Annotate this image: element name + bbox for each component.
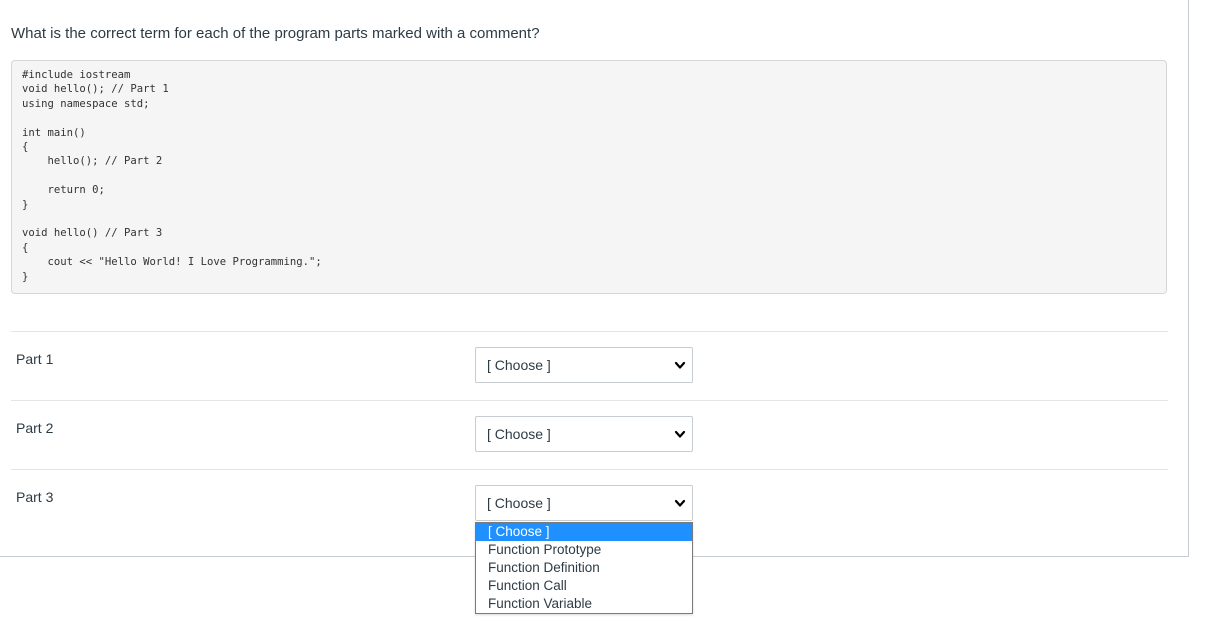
chevron-down-icon (674, 361, 686, 369)
chevron-down-icon (674, 430, 686, 438)
part-1-select[interactable]: [ Choose ] (475, 347, 693, 383)
code-line: void hello() // Part 3 (22, 227, 163, 240)
chevron-down-icon (674, 499, 686, 507)
question-text: What is the correct term for each of the… (11, 25, 540, 42)
select-value: [ Choose ] (487, 495, 551, 511)
dropdown-option-choose[interactable]: [ Choose ] (476, 523, 692, 541)
code-line: #include iostream (22, 69, 131, 81)
code-line: hello(); // Part 2 (22, 155, 163, 168)
code-line: } (22, 198, 29, 211)
answer-label: Part 3 (16, 489, 54, 505)
dropdown-option-function-call[interactable]: Function Call (476, 577, 692, 595)
select-value: [ Choose ] (487, 426, 551, 442)
code-line: cout << "Hello World! I Love Programming… (22, 256, 322, 269)
part-3-options-list: [ Choose ] Function Prototype Function D… (475, 522, 693, 614)
code-line: { (22, 241, 29, 254)
select-value: [ Choose ] (487, 357, 551, 373)
code-block: #include iostream void hello(); // Part … (11, 60, 1167, 294)
part-3-select[interactable]: [ Choose ] (475, 485, 693, 521)
question-card: What is the correct term for each of the… (0, 0, 1189, 557)
dropdown-option-function-prototype[interactable]: Function Prototype (476, 541, 692, 559)
answer-row-part-2: Part 2 [ Choose ] (11, 400, 1168, 469)
code-line: } (22, 270, 29, 283)
answer-row-part-1: Part 1 [ Choose ] (11, 331, 1168, 400)
answer-label: Part 2 (16, 420, 54, 436)
dropdown-option-function-definition[interactable]: Function Definition (476, 559, 692, 577)
answer-list: Part 1 [ Choose ] Part 2 [ Choose ] Part… (11, 331, 1168, 538)
code-line: { (22, 141, 29, 154)
answer-label: Part 1 (16, 351, 54, 367)
dropdown-option-function-variable[interactable]: Function Variable (476, 595, 692, 613)
code-line: void hello(); // Part 1 (22, 83, 169, 96)
part-2-select[interactable]: [ Choose ] (475, 416, 693, 452)
code-line: return 0; (22, 184, 105, 197)
code-line: using namespace std; (22, 97, 150, 110)
code-line: int main() (22, 126, 86, 139)
